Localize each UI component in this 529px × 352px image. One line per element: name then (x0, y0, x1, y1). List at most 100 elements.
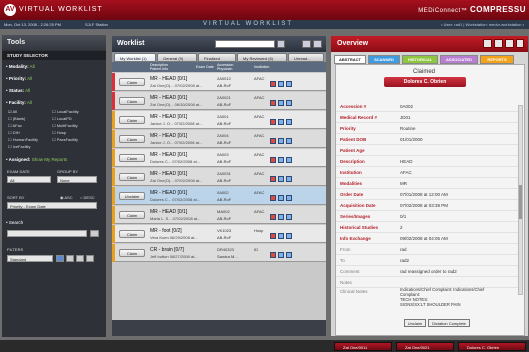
assigned-filter[interactable]: • Assigned: Show My Reports (6, 157, 67, 162)
notes-icon[interactable] (286, 233, 292, 239)
facility-option[interactable]: ☐ MultiFacility (52, 123, 78, 128)
report-icon[interactable] (270, 100, 276, 106)
group-by-select[interactable]: None (57, 176, 97, 183)
images-icon[interactable] (278, 214, 284, 220)
images-icon[interactable] (278, 252, 284, 258)
facility-option[interactable]: ☐ AFac (8, 123, 22, 128)
dictation-complete-button[interactable]: Dictation Complete (428, 319, 470, 327)
claim-button[interactable]: Unclaim (119, 192, 145, 200)
facility-option[interactable]: ☐ (Blank) (8, 116, 25, 121)
modality-filter[interactable]: • Modality: All (6, 64, 35, 69)
claim-button[interactable]: Claim (119, 154, 145, 162)
notes-icon[interactable] (286, 119, 292, 125)
images-icon[interactable] (278, 138, 284, 144)
taskbar-item[interactable]: Dolores C. Obrien (458, 342, 526, 351)
report-icon[interactable] (270, 233, 276, 239)
tab-unread[interactable]: Unread... (288, 53, 324, 62)
claim-button[interactable]: Claim (119, 249, 145, 257)
tab-my-worklist[interactable]: My Worklist (1) (114, 53, 156, 62)
worklist-row[interactable]: Claim MR - HEAD [0/1] Zat One(O)... 06/30/… (112, 92, 326, 110)
unclaim-button[interactable]: Unclaim (404, 319, 426, 327)
images-icon[interactable] (278, 119, 284, 125)
save-filter-icon[interactable] (56, 255, 64, 262)
worklist-maximize-icon[interactable] (313, 40, 322, 48)
facility-option[interactable]: ☐ LocalPD (52, 116, 72, 121)
tab-finalized[interactable]: Finalized (198, 53, 236, 62)
notes-icon[interactable] (286, 176, 292, 182)
split-icon[interactable] (494, 39, 503, 48)
notes-icon[interactable] (286, 138, 292, 144)
facility-option[interactable]: ☐ PacsFacility (52, 137, 78, 142)
status-filter[interactable]: • Status: All (6, 88, 30, 93)
search-input[interactable] (7, 230, 87, 237)
worklist-row[interactable]: Claim MR - HEAD [0/1] Janice J. O... 07/02… (112, 130, 326, 148)
facility-option[interactable]: ☑ All (8, 109, 17, 114)
claim-button[interactable]: Claim (119, 78, 145, 86)
tab-my-reviewed[interactable]: My Reviewed (6) (237, 53, 287, 62)
images-icon[interactable] (278, 176, 284, 182)
images-icon[interactable] (278, 100, 284, 106)
sort-by-select[interactable]: Priority - Exam Date (7, 202, 97, 209)
priority-filter[interactable]: • Priority: All (6, 76, 32, 81)
claim-button[interactable]: Claim (119, 230, 145, 238)
claim-button[interactable]: Claim (119, 135, 145, 143)
facility-option[interactable]: ☐ LocalFacility (52, 109, 79, 114)
worklist-row[interactable]: Claim MR - foot [0/2] Vera Koen 06/29/2008… (112, 225, 326, 243)
worklist-row[interactable]: Unclaim MR - HEAD [0/1] Dolores C... 07/02… (112, 187, 326, 205)
claim-button[interactable]: Claim (119, 116, 145, 124)
report-icon[interactable] (270, 252, 276, 258)
claim-button[interactable]: Claim (119, 173, 145, 181)
sort-asc-radio[interactable]: ◉ ASC (60, 195, 73, 200)
taskbar-item[interactable]: Zat One/0011 (334, 342, 392, 351)
worklist-search-input[interactable] (215, 40, 275, 48)
images-icon[interactable] (278, 195, 284, 201)
refresh-filter-icon[interactable] (86, 255, 94, 262)
tab-scanned[interactable]: SCANNED (368, 55, 400, 64)
exam-date-select[interactable]: All (7, 176, 51, 183)
claim-button[interactable]: Claim (119, 211, 145, 219)
worklist-row[interactable]: Claim CR - brain [0/7] Jeff button 06/27/2… (112, 244, 326, 262)
worklist-row[interactable]: Claim MR - HEAD [0/1] Maria L. S... 07/02/… (112, 206, 326, 224)
user-links[interactable]: • User: rad1 | Workstation: medvr-workst… (441, 20, 524, 29)
worklist-row[interactable]: Claim MR - HEAD [0/1] Janice J. O... 07/02… (112, 111, 326, 129)
layout-icon[interactable] (483, 39, 492, 48)
facility-option[interactable]: ☐ Hosp (52, 130, 66, 135)
report-icon[interactable] (270, 176, 276, 182)
taskbar-item[interactable]: Zat One/0021 (396, 342, 454, 351)
worklist-row[interactable]: Claim MR - HEAD [0/1] Dolores C... 07/02/2… (112, 149, 326, 167)
maximize-icon[interactable] (516, 39, 524, 48)
tab-general[interactable]: General (9) (157, 53, 197, 62)
delete-filter-icon[interactable] (76, 255, 84, 262)
images-icon[interactable] (278, 81, 284, 87)
search-icon[interactable] (277, 40, 285, 48)
worklist-row[interactable]: Claim MR - HEAD [0/1] Zat One(O)... 07/02/… (112, 168, 326, 186)
tab-reports[interactable]: REPORTS (480, 55, 514, 64)
notes-icon[interactable] (286, 252, 292, 258)
worklist-row[interactable]: Claim MR - HEAD [0/1] Zat One(O)... 07/02/… (112, 73, 326, 91)
facility-option[interactable]: ☐ HumanFacility (8, 137, 38, 142)
scrollbar-thumb[interactable] (519, 185, 522, 219)
tab-associated[interactable]: ASSOCIATED (440, 55, 478, 64)
column-header[interactable]: Patient Info (150, 67, 168, 71)
report-icon[interactable] (270, 214, 276, 220)
report-icon[interactable] (270, 81, 276, 87)
notes-icon[interactable] (286, 195, 292, 201)
column-header[interactable]: Exam Date (196, 65, 214, 69)
facility-option[interactable]: ☐ IceFacility (8, 144, 30, 149)
sort-desc-radio[interactable]: ○ DESC (80, 195, 95, 200)
notes-icon[interactable] (286, 214, 292, 220)
images-icon[interactable] (278, 157, 284, 163)
notes-icon[interactable] (286, 157, 292, 163)
tab-historical[interactable]: HISTORICAL (402, 55, 438, 64)
filters-select[interactable]: Standard (7, 255, 53, 262)
facility-option[interactable]: ☐ DIH (8, 130, 20, 135)
column-header[interactable]: Institution (254, 65, 269, 69)
images-icon[interactable] (278, 233, 284, 239)
notes-icon[interactable] (286, 81, 292, 87)
worklist-menu-icon[interactable] (302, 40, 311, 48)
add-filter-icon[interactable] (66, 255, 74, 262)
report-icon[interactable] (270, 119, 276, 125)
notes-icon[interactable] (286, 100, 292, 106)
tab-abstract[interactable]: ABSTRACT (334, 55, 366, 64)
report-icon[interactable] (270, 195, 276, 201)
